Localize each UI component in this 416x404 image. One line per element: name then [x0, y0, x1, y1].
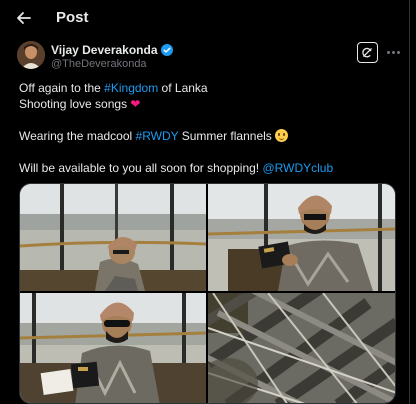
author-name-row: Vijay Deverakonda — [51, 43, 173, 57]
tweet-text-segment: Shooting love songs — [19, 97, 131, 111]
tweet-line: Will be available to you all soon for sh… — [19, 160, 399, 176]
column-divider — [409, 0, 410, 404]
tweet-line: Shooting love songs ❤ — [19, 96, 399, 112]
avatar[interactable] — [17, 41, 45, 69]
tweet-line: Off again to the #Kingdom of Lanka — [19, 80, 399, 96]
tweet-text: Off again to the #Kingdom of Lanka Shoot… — [19, 80, 399, 176]
grok-icon — [362, 47, 372, 58]
tweet-line: Wearing the madcool #RWDY Summer flannel… — [19, 128, 399, 144]
tweet-text-segment: Off again to the — [19, 81, 105, 95]
more-options-button[interactable] — [384, 45, 402, 59]
verified-badge-icon — [160, 44, 173, 56]
post-page: Post Vijay Deverakonda @TheDeverakonda O… — [0, 0, 416, 404]
more-dot-icon — [396, 50, 400, 54]
author-handle[interactable]: @TheDeverakonda — [51, 58, 147, 70]
tweet-text-segment: Summer flannels — [178, 129, 276, 143]
post-header: Post — [0, 0, 410, 36]
media-grid — [19, 183, 396, 404]
more-dot-icon — [391, 50, 395, 54]
page-title: Post — [56, 9, 89, 26]
red-heart-icon: ❤ — [130, 97, 141, 111]
photo-1[interactable] — [20, 184, 206, 291]
mention-link[interactable]: @RWDYclub — [262, 161, 333, 175]
author-name[interactable]: Vijay Deverakonda — [51, 43, 158, 57]
tweet-text-segment: Wearing the madcool — [19, 129, 136, 143]
photo-2[interactable] — [208, 184, 395, 291]
tweet-text-segment: Will be available to you all soon for sh… — [19, 161, 263, 175]
slightly-smiling-face-icon — [275, 129, 289, 142]
photo-4[interactable] — [208, 293, 395, 403]
more-dot-icon — [386, 50, 390, 54]
back-button[interactable] — [14, 8, 34, 28]
grok-button[interactable] — [357, 42, 378, 63]
photo-3[interactable] — [20, 293, 206, 403]
tweet-text-segment: of Lanka — [158, 81, 208, 95]
hashtag-link[interactable]: #RWDY — [136, 129, 179, 143]
arrow-left-icon — [17, 12, 31, 24]
hashtag-link[interactable]: #Kingdom — [104, 81, 158, 95]
